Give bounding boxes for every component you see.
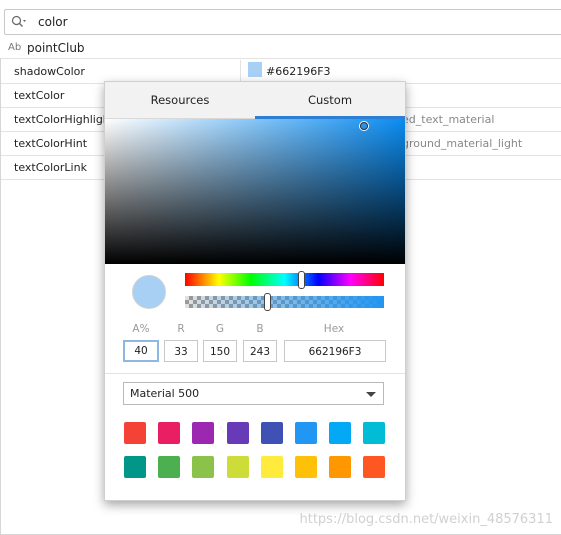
palette-swatch[interactable] <box>158 456 181 478</box>
search-icon[interactable] <box>11 15 26 29</box>
picker-tabs: Resources Custom <box>105 82 405 119</box>
search-input[interactable]: color <box>38 15 68 29</box>
column-divider <box>240 60 241 83</box>
tab-label: Resources <box>150 93 210 107</box>
palette-swatch[interactable] <box>295 456 317 478</box>
hex-field[interactable]: 662196F3 <box>284 340 386 362</box>
hex-label: Hex <box>323 323 345 335</box>
property-value[interactable]: #662196F3 <box>266 65 331 78</box>
color-picker-popup: Resources Custom A% R G B Hex 40 33 150 … <box>104 81 406 501</box>
red-label: R <box>177 323 185 335</box>
tab-resources[interactable]: Resources <box>105 82 255 118</box>
chevron-down-icon[interactable] <box>366 392 376 397</box>
palette-swatch[interactable] <box>124 422 146 444</box>
red-field[interactable]: 33 <box>164 340 198 362</box>
tab-custom[interactable]: Custom <box>255 82 405 119</box>
properties-panel: color Ab pointClub shadowColor #662196F3… <box>0 0 561 535</box>
alpha-field[interactable]: 40 <box>123 340 159 362</box>
palette-swatch[interactable] <box>124 456 146 478</box>
alpha-slider-thumb[interactable] <box>264 293 271 311</box>
tab-label: Custom <box>307 93 353 107</box>
palette-swatch[interactable] <box>260 456 283 478</box>
color-swatch[interactable] <box>248 62 262 77</box>
palette-swatch[interactable] <box>192 456 215 478</box>
saturation-value-area[interactable] <box>105 119 405 264</box>
palette-swatch[interactable] <box>226 422 249 444</box>
palette-swatch[interactable] <box>158 422 181 444</box>
green-label: G <box>215 323 225 335</box>
panel-border <box>0 58 1 535</box>
palette-dropdown-value: Material 500 <box>130 387 200 400</box>
alpha-label: A% <box>132 323 150 335</box>
hue-slider[interactable] <box>185 273 384 286</box>
palette-swatch[interactable] <box>363 456 386 478</box>
palette-swatch[interactable] <box>329 456 352 478</box>
text-type-icon: Ab <box>8 42 22 53</box>
property-value[interactable]: ed_text_material <box>402 113 494 126</box>
palette-swatch[interactable] <box>260 422 283 444</box>
blue-label: B <box>256 323 264 335</box>
palette-swatch[interactable] <box>363 422 386 444</box>
palette-swatch[interactable] <box>329 422 352 444</box>
property-name: textColor <box>14 89 65 102</box>
property-value[interactable]: ground_material_light <box>402 137 522 150</box>
group-name: pointClub <box>27 41 85 55</box>
property-name: textColorHint <box>14 137 88 150</box>
group-header: Ab pointClub <box>0 38 561 59</box>
alpha-slider[interactable] <box>185 296 384 308</box>
property-name: textColorLink <box>14 161 87 174</box>
green-field[interactable]: 150 <box>203 340 237 362</box>
palette-swatch[interactable] <box>192 422 215 444</box>
hue-slider-thumb[interactable] <box>298 271 305 289</box>
divider <box>105 373 405 374</box>
property-name: textColorHighlight <box>14 113 115 126</box>
palette-swatch[interactable] <box>226 456 249 478</box>
watermark: https://blog.csdn.net/weixin_48576311 <box>299 512 553 527</box>
blue-field[interactable]: 243 <box>243 340 277 362</box>
color-preview <box>132 275 166 309</box>
search-bar[interactable]: color <box>4 9 561 35</box>
palette-dropdown[interactable]: Material 500 <box>123 382 384 405</box>
palette-swatch[interactable] <box>295 422 317 444</box>
property-name: shadowColor <box>14 65 85 78</box>
color-selector-handle[interactable] <box>360 122 368 130</box>
